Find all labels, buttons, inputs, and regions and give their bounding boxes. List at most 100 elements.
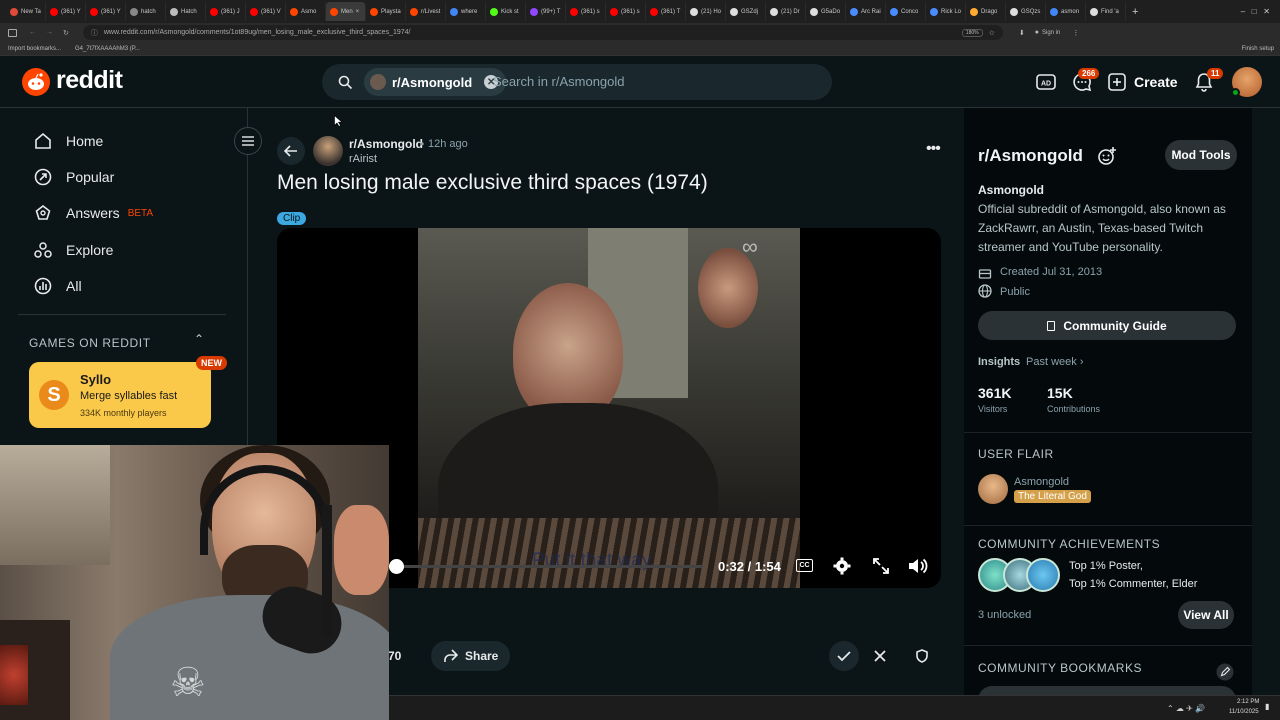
- reddit-wordmark[interactable]: reddit: [56, 66, 123, 95]
- clock-time[interactable]: 2:12 PM: [1237, 699, 1259, 705]
- sidebar-item-home[interactable]: Home: [34, 129, 103, 153]
- share-button[interactable]: Share: [431, 641, 511, 671]
- browser-tab[interactable]: (99+) T: [526, 2, 566, 21]
- video-frame: ∞: [418, 228, 800, 588]
- menu-icon[interactable]: ⋮: [1072, 29, 1079, 37]
- browser-tab[interactable]: Asmo: [286, 2, 326, 21]
- tab-close-icon[interactable]: ×: [356, 9, 360, 15]
- user-flair-tag[interactable]: The Literal God: [1014, 490, 1091, 503]
- window-controls[interactable]: – □ ✕: [1241, 7, 1270, 16]
- sidebar-menu-button[interactable]: [234, 127, 262, 155]
- browser-tab[interactable]: asmon: [1046, 2, 1087, 21]
- insights-label: Insights: [978, 356, 1021, 368]
- ads-icon[interactable]: AD: [1034, 70, 1058, 94]
- browser-tab[interactable]: Rick Lo: [926, 2, 967, 21]
- post-flair[interactable]: Clip: [277, 212, 307, 225]
- browser-tab[interactable]: hatch: [126, 2, 166, 21]
- profile-icon[interactable]: ●: [1035, 29, 1039, 36]
- reload-icon[interactable]: ↻: [63, 29, 69, 37]
- post-author[interactable]: rAirist: [349, 153, 377, 165]
- browser-tab[interactable]: New Ta: [6, 2, 46, 21]
- forward-icon[interactable]: →: [46, 29, 53, 36]
- achievement-badge-icon[interactable]: [1026, 558, 1060, 592]
- browser-tab[interactable]: Kick st: [486, 2, 526, 21]
- browser-tab[interactable]: (361) Y: [86, 2, 126, 21]
- browser-tab[interactable]: GSZdj: [726, 2, 767, 21]
- browser-tab[interactable]: r/Livest: [406, 2, 446, 21]
- view-all-button[interactable]: View All: [1178, 601, 1234, 629]
- mod-tools-button[interactable]: Mod Tools: [1165, 140, 1237, 170]
- url-field[interactable]: ⓘ www.reddit.com/r/Asmongold/comments/1o…: [82, 25, 1003, 40]
- vote-bar[interactable]: 70: [388, 642, 401, 670]
- browser-tab[interactable]: (361) Y: [46, 2, 86, 21]
- community-guide-button[interactable]: Community Guide: [978, 311, 1236, 340]
- insights-period: Past week: [1026, 356, 1077, 368]
- browser-tab[interactable]: (361) V: [246, 2, 286, 21]
- video-progress-knob[interactable]: [389, 559, 405, 574]
- back-button[interactable]: [277, 137, 305, 165]
- browser-tab[interactable]: Drago: [966, 2, 1007, 21]
- search-input[interactable]: Search in r/Asmongold: [493, 74, 625, 89]
- browser-tab[interactable]: (361) T: [646, 2, 686, 21]
- browser-tab[interactable]: G5aDo: [806, 2, 847, 21]
- bookmark-import[interactable]: Import bookmarks...: [8, 46, 61, 52]
- notification-center-icon[interactable]: ▮: [1265, 702, 1269, 711]
- zoom-level[interactable]: 180%: [961, 28, 983, 37]
- browser-tab[interactable]: GSQzs: [1006, 2, 1047, 21]
- join-smile-icon[interactable]: [1097, 146, 1117, 166]
- bookmark-item[interactable]: G4_7t7fXAAAAhM3 (P...: [75, 46, 140, 52]
- browser-tab[interactable]: Men ×: [326, 2, 366, 21]
- insights-period-dropdown[interactable]: Past week ›: [1026, 356, 1083, 368]
- subreddit-icon[interactable]: [313, 136, 343, 166]
- download-icon[interactable]: ⬇: [1019, 29, 1025, 37]
- browser-tab[interactable]: Playsta: [366, 2, 406, 21]
- create-button[interactable]: Create: [1108, 70, 1178, 94]
- new-tab-icon[interactable]: +: [1132, 6, 1138, 18]
- community-name[interactable]: r/Asmongold: [978, 146, 1083, 166]
- browser-tab[interactable]: (361) s: [566, 2, 606, 21]
- settings-gear-icon[interactable]: [833, 557, 851, 575]
- game-card-syllo[interactable]: S Syllo Merge syllables fast 334K monthl…: [29, 356, 227, 428]
- search-icon: [338, 75, 353, 90]
- sidebar-item-explore[interactable]: Explore: [34, 238, 113, 262]
- finish-setup-link[interactable]: Finish setup: [1242, 46, 1274, 52]
- star-icon[interactable]: ☆: [989, 29, 995, 37]
- search-bar[interactable]: r/Asmongold ✕ Search in r/Asmongold: [322, 64, 832, 100]
- browser-tab[interactable]: where: [446, 2, 486, 21]
- sidebar-item-answers[interactable]: Answers BETA: [34, 201, 153, 225]
- clock-date[interactable]: 11/10/2025: [1229, 709, 1259, 715]
- edit-pencil-icon[interactable]: [1216, 663, 1234, 681]
- sign-in-link[interactable]: Sign in: [1042, 30, 1060, 36]
- browser-tab[interactable]: Conco: [886, 2, 927, 21]
- sidebar-item-popular[interactable]: Popular: [34, 165, 114, 189]
- back-icon[interactable]: ←: [29, 29, 36, 36]
- fullscreen-icon[interactable]: [873, 558, 889, 574]
- sidebar-item-all[interactable]: All: [34, 274, 82, 298]
- site-info-icon[interactable]: ⓘ: [91, 28, 98, 38]
- browser-tab[interactable]: (361) J: [206, 2, 246, 21]
- search-scope-chip[interactable]: r/Asmongold ✕: [364, 68, 507, 96]
- user-flair-avatar[interactable]: [978, 474, 1008, 504]
- mod-shield-button[interactable]: [907, 641, 937, 671]
- unlocked-count: 3 unlocked: [978, 609, 1032, 621]
- collapse-chevron-icon[interactable]: ⌃: [194, 332, 204, 346]
- post-subreddit-link[interactable]: r/Asmongold: [349, 137, 423, 151]
- sidebar-toggle-icon[interactable]: [8, 28, 17, 37]
- user-avatar[interactable]: [1231, 67, 1262, 97]
- captions-icon[interactable]: CC: [796, 559, 813, 572]
- browser-tab[interactable]: Arc Rai: [846, 2, 887, 21]
- browser-tab[interactable]: Hatch: [166, 2, 206, 21]
- tray-icons[interactable]: ⌃ ☁ ✈ 🔊: [1167, 704, 1205, 713]
- post-options-icon[interactable]: •••: [926, 140, 941, 158]
- remove-button[interactable]: [865, 641, 895, 671]
- approve-button[interactable]: [829, 641, 859, 671]
- browser-tab[interactable]: (21) Dr: [766, 2, 807, 21]
- browser-tab[interactable]: (361) s: [606, 2, 646, 21]
- shield-icon: [916, 649, 928, 663]
- browser-address-bar: ← → ↻ ⓘ www.reddit.com/r/Asmongold/comme…: [0, 23, 1280, 42]
- browser-tab[interactable]: (21) Ho: [686, 2, 727, 21]
- browser-tab[interactable]: Find 'a: [1086, 2, 1127, 21]
- volume-icon[interactable]: [908, 557, 928, 575]
- reddit-logo-icon[interactable]: [22, 68, 50, 96]
- tab-label: G5aDo: [821, 8, 841, 15]
